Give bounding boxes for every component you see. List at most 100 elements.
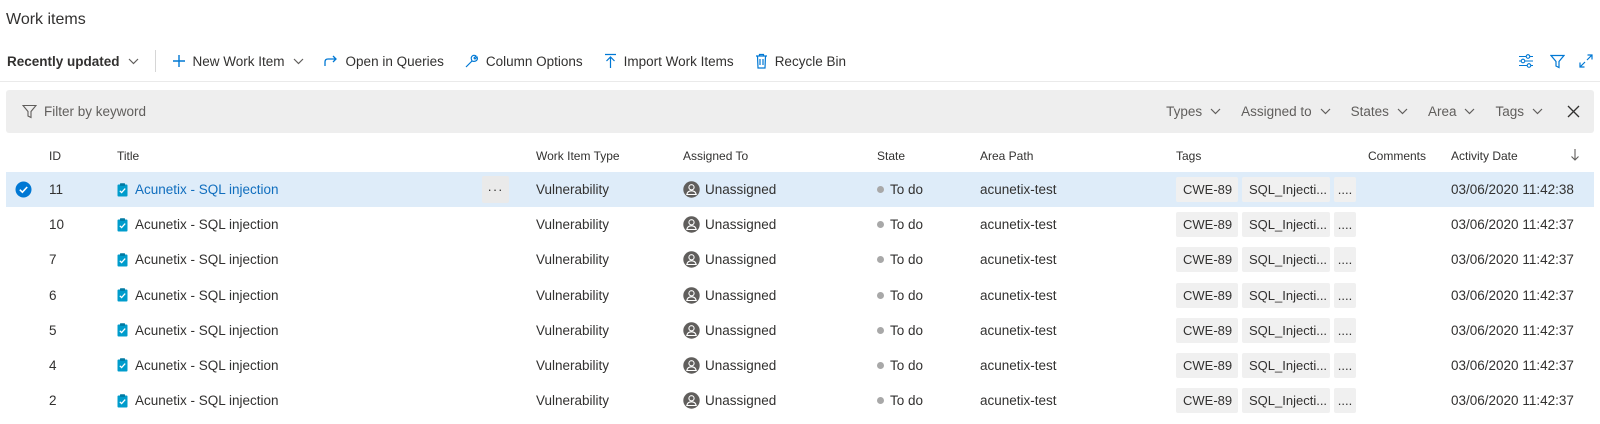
work-item-title-link[interactable]: Acunetix - SQL injection — [135, 358, 279, 373]
clipboard-icon — [117, 182, 128, 197]
column-options-label: Column Options — [485, 53, 583, 69]
tags-filter-label: Tags — [1495, 104, 1524, 119]
work-item-title-link[interactable]: Acunetix - SQL injection — [135, 393, 279, 408]
table-row[interactable]: 2 Acunetix - SQL injection Vulnerability… — [0, 383, 1600, 418]
state-label: To do — [890, 252, 924, 268]
state-dot-icon — [877, 291, 884, 299]
table-row[interactable]: 7 Acunetix - SQL injection Vulnerability… — [0, 242, 1600, 277]
column-header-id[interactable]: ID — [49, 149, 61, 163]
view-options-icon[interactable] — [1518, 44, 1534, 78]
more-tags[interactable]: .... — [1334, 282, 1356, 308]
work-item-title[interactable]: Acunetix - SQL injection — [117, 242, 279, 277]
recycle-bin-button[interactable]: Recycle Bin — [755, 44, 846, 78]
area-filter-dropdown[interactable]: Area — [1428, 104, 1476, 119]
assigned-to-label: Unassigned — [705, 217, 777, 233]
toolbar-right — [1504, 44, 1600, 78]
column-header-area-path[interactable]: Area Path — [980, 149, 1033, 163]
unassigned-avatar-icon — [683, 357, 700, 374]
more-tags[interactable]: .... — [1334, 212, 1356, 238]
activity-date: 03/06/2020 11:42:37 — [1451, 393, 1574, 409]
work-item-title-link[interactable]: Acunetix - SQL injection — [135, 252, 279, 267]
activity-date: 03/06/2020 11:42:37 — [1451, 322, 1574, 338]
assigned-to: Unassigned — [683, 172, 776, 207]
close-filter-button[interactable] — [1567, 105, 1580, 118]
column-header-work-item-type[interactable]: Work Item Type — [536, 149, 620, 163]
state-dot-icon — [877, 221, 884, 229]
work-item-title[interactable]: Acunetix - SQL injection — [117, 207, 279, 242]
tags-filter-dropdown[interactable]: Tags — [1495, 104, 1543, 119]
tags: CWE-89 SQL_Injecti... .... — [1176, 348, 1360, 383]
work-item-title[interactable]: Acunetix - SQL injection — [117, 313, 279, 348]
work-item-title[interactable]: Acunetix - SQL injection — [117, 172, 279, 207]
clipboard-icon — [117, 253, 128, 267]
work-item-type: Vulnerability — [536, 252, 610, 268]
wrench-icon — [464, 54, 479, 69]
work-item-id: 5 — [49, 322, 57, 338]
table-row[interactable]: 5 Acunetix - SQL injection Vulnerability… — [0, 313, 1600, 348]
assigned-to: Unassigned — [683, 278, 776, 313]
work-item-type: Vulnerability — [536, 287, 610, 303]
more-tags[interactable]: .... — [1334, 317, 1356, 343]
tag: SQL_Injecti... — [1242, 388, 1330, 414]
area-path: acunetix-test — [980, 393, 1057, 409]
column-header-title[interactable]: Title — [117, 149, 139, 163]
column-header-activity-date[interactable]: Activity Date — [1451, 149, 1518, 163]
more-actions-button[interactable]: ··· — [482, 176, 509, 203]
filter-icon[interactable] — [1550, 44, 1565, 78]
table-row[interactable]: 4 Acunetix - SQL injection Vulnerability… — [0, 348, 1600, 383]
clipboard-icon — [117, 358, 128, 372]
chevron-down-icon — [1210, 108, 1221, 115]
chevron-down-icon — [1320, 108, 1331, 115]
column-header-state[interactable]: State — [877, 149, 905, 163]
more-tags[interactable]: .... — [1334, 247, 1356, 273]
view-selector[interactable]: Recently updated — [7, 44, 139, 78]
state-label: To do — [890, 357, 924, 373]
activity-date: 03/06/2020 11:42:37 — [1451, 252, 1574, 268]
keyword-filter-input[interactable] — [44, 90, 544, 133]
import-work-items-label: Import Work Items — [623, 53, 734, 69]
column-header-assigned-to[interactable]: Assigned To — [683, 149, 748, 163]
work-item-title[interactable]: Acunetix - SQL injection — [117, 278, 279, 313]
work-item-title-link[interactable]: Acunetix - SQL injection — [135, 288, 279, 303]
tag: SQL_Injecti... — [1242, 282, 1330, 308]
toolbar: Recently updated New Work Item Open in Q… — [0, 44, 1600, 78]
more-tags[interactable]: .... — [1334, 177, 1356, 202]
assigned-to: Unassigned — [683, 348, 776, 383]
fullscreen-icon[interactable] — [1579, 44, 1593, 78]
new-work-item-button[interactable]: New Work Item — [172, 44, 304, 78]
column-header-comments[interactable]: Comments — [1368, 149, 1426, 163]
tag: SQL_Injecti... — [1242, 212, 1330, 238]
table-row[interactable]: 11 Acunetix - SQL injection ··· Vulnerab… — [0, 172, 1600, 208]
toolbar-separator — [154, 50, 156, 72]
work-item-title[interactable]: Acunetix - SQL injection — [117, 348, 279, 383]
table-row[interactable]: 6 Acunetix - SQL injection Vulnerability… — [0, 278, 1600, 313]
assigned-to-filter-dropdown[interactable]: Assigned to — [1241, 104, 1331, 119]
work-item-title-link[interactable]: Acunetix - SQL injection — [135, 182, 279, 197]
work-item-id: 11 — [49, 182, 64, 197]
types-filter-dropdown[interactable]: Types — [1166, 104, 1221, 119]
state-dot-icon — [877, 326, 884, 334]
more-tags[interactable]: .... — [1334, 388, 1356, 414]
page-title: Work items — [6, 11, 86, 28]
more-tags[interactable]: .... — [1334, 352, 1356, 378]
column-header-tags[interactable]: Tags — [1176, 149, 1201, 163]
work-item-title-link[interactable]: Acunetix - SQL injection — [135, 323, 279, 338]
work-item-type: Vulnerability — [536, 357, 610, 373]
unassigned-avatar-icon — [683, 392, 700, 409]
open-in-queries-button[interactable]: Open in Queries — [323, 44, 444, 78]
import-work-items-button[interactable]: Import Work Items — [604, 44, 734, 78]
tag: CWE-89 — [1176, 177, 1238, 202]
column-options-button[interactable]: Column Options — [464, 44, 583, 78]
row-selected-checkmark-icon[interactable] — [15, 172, 32, 207]
work-item-title[interactable]: Acunetix - SQL injection — [117, 383, 279, 418]
tags: CWE-89 SQL_Injecti... .... — [1176, 172, 1360, 207]
work-item-type: Vulnerability — [536, 217, 610, 233]
states-filter-dropdown[interactable]: States — [1351, 104, 1408, 119]
tag: SQL_Injecti... — [1242, 177, 1330, 202]
table-row[interactable]: 10 Acunetix - SQL injection Vulnerabilit… — [0, 207, 1600, 242]
redirect-arrow-icon — [323, 54, 339, 68]
tag: SQL_Injecti... — [1242, 247, 1330, 273]
chevron-down-icon — [128, 58, 139, 65]
work-item-title-link[interactable]: Acunetix - SQL injection — [135, 217, 279, 232]
upload-arrow-icon — [604, 53, 617, 69]
